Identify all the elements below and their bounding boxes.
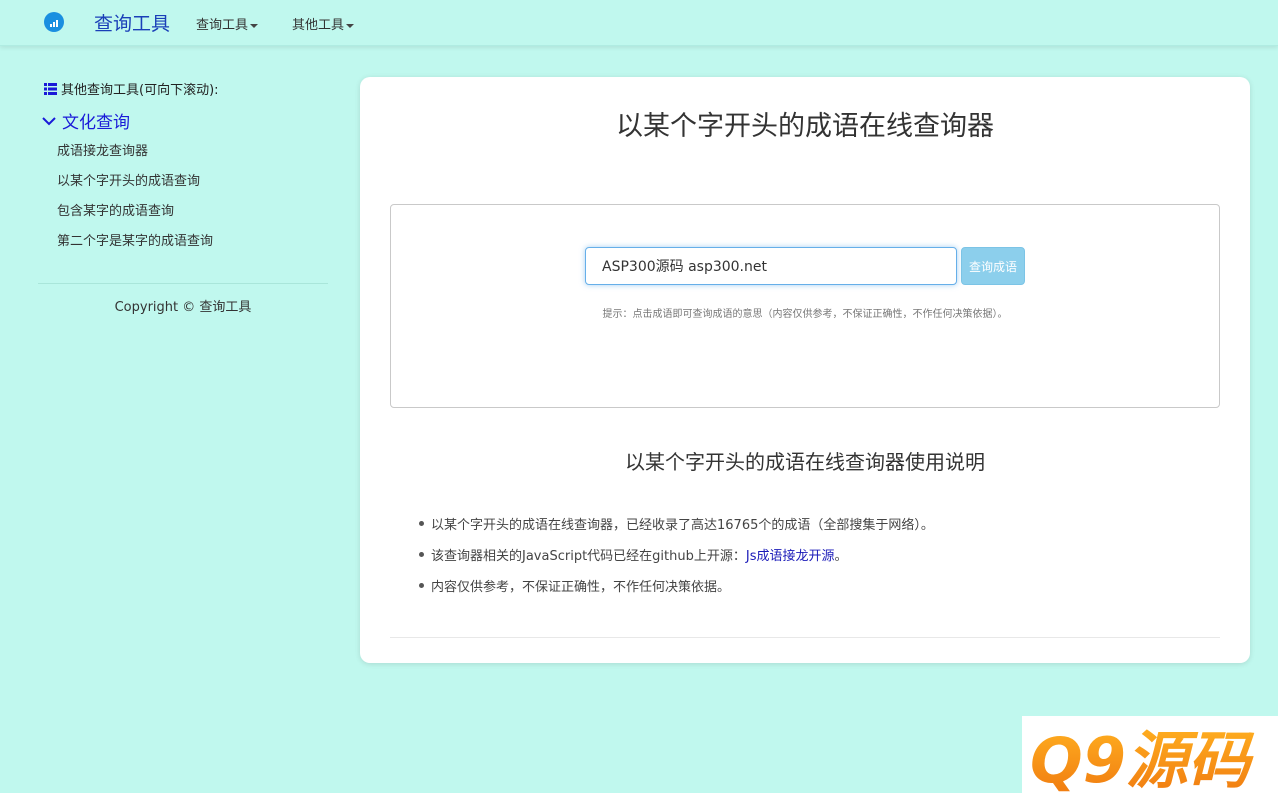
menu-other-tools-label: 其他工具 (292, 18, 345, 33)
menu-other-tools[interactable]: 其他工具 (292, 14, 355, 33)
category-label: 文化查询 (62, 113, 130, 133)
hint-text: 提示：点击成语即可查询成语的意思（内容仅供参考，不保证正确性，不作任何决策依据）… (602, 309, 1008, 320)
watermark-logo: Q9源码 (1022, 716, 1278, 793)
sidebar-link-second-char[interactable]: 第二个字是某字的成语查询 (57, 230, 213, 249)
copyright: Copyright © 查询工具 (114, 300, 252, 315)
search-button[interactable]: 查询成语 (961, 247, 1025, 285)
bullet-icon (419, 521, 424, 526)
sidebar-link-idiom-chain[interactable]: 成语接龙查询器 (57, 140, 148, 159)
logo-icon[interactable] (44, 12, 64, 32)
usage-title: 以某个字开头的成语在线查询器使用说明 (625, 450, 985, 474)
bullet-icon (419, 552, 424, 557)
sidebar-heading: 其他查询工具(可向下滚动): (44, 79, 219, 98)
card-divider (390, 637, 1220, 638)
usage-text-end: 。 (834, 549, 848, 564)
github-link[interactable]: Js成语接龙开源 (746, 545, 835, 564)
category-toggle[interactable]: 文化查询 (42, 108, 130, 133)
sidebar-link-contains[interactable]: 包含某字的成语查询 (57, 200, 174, 219)
usage-item: 以某个字开头的成语在线查询器，已经收录了高达16765个的成语（全部搜集于网络）… (419, 514, 934, 533)
usage-text: 内容仅供参考，不保证正确性，不作任何决策依据。 (431, 580, 731, 595)
usage-text: 以某个字开头的成语在线查询器，已经收录了高达16765个的成语（全部搜集于网络）… (431, 518, 934, 533)
caret-down-icon (346, 23, 355, 28)
sidebar-heading-label: 其他查询工具(可向下滚动): (61, 83, 219, 98)
usage-text: 该查询器相关的JavaScript代码已经在github上开源： (431, 549, 746, 564)
list-icon (44, 82, 57, 95)
brand-link[interactable]: 查询工具 (94, 9, 170, 36)
q9-logo-icon: Q9源码 (1030, 724, 1255, 793)
menu-query-tools[interactable]: 查询工具 (196, 14, 259, 33)
usage-item: 该查询器相关的JavaScript代码已经在github上开源： Js成语接龙开源… (419, 545, 847, 564)
usage-item: 内容仅供参考，不保证正确性，不作任何决策依据。 (419, 576, 730, 595)
sidebar-divider (38, 283, 328, 284)
caret-down-icon (250, 23, 259, 28)
watermark-text: Q9源码 (1030, 724, 1255, 793)
bullet-icon (419, 583, 424, 588)
search-input[interactable] (585, 247, 957, 285)
page-title: 以某个字开头的成语在线查询器 (616, 111, 994, 142)
top-navbar: 查询工具 查询工具 其他工具 (0, 0, 1278, 46)
sidebar-link-starts-with[interactable]: 以某个字开头的成语查询 (57, 170, 200, 189)
menu-query-tools-label: 查询工具 (196, 18, 249, 33)
chevron-down-icon (42, 116, 56, 125)
